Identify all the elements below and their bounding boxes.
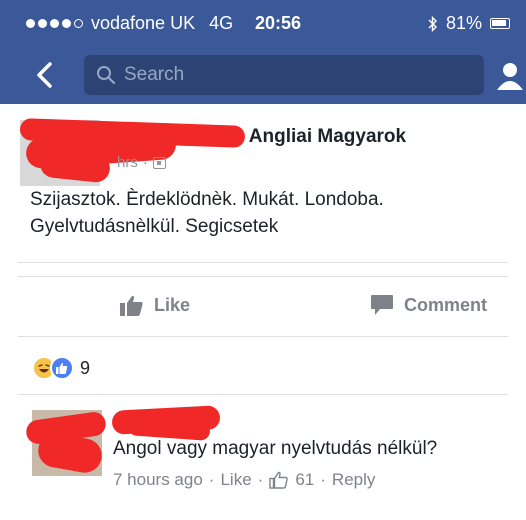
carrier-name: vodafone UK — [91, 13, 196, 33]
divider — [18, 262, 508, 263]
signal-strength-icon — [26, 19, 83, 28]
status-right: 81% — [428, 13, 510, 34]
friends-icon[interactable] — [494, 60, 526, 92]
search-icon — [97, 66, 116, 85]
group-name[interactable]: Angliai Magyarok — [249, 126, 406, 147]
like-label: Like — [154, 294, 191, 315]
comment-meta: 7 hours ago · Like · 61 · Reply — [113, 470, 376, 490]
post-text: Szijasztok. Èrdeklödnèk. Mukát. Londoba.… — [30, 189, 384, 237]
divider — [18, 394, 508, 395]
post-header: ▶Angliai Magyarok — [232, 126, 406, 148]
post-meta: hrs · — [117, 154, 166, 171]
divider — [18, 336, 508, 337]
like-reaction-icon — [50, 356, 74, 380]
status-bar: vodafone UK 4G 20:56 81% — [0, 0, 526, 44]
back-chevron-icon[interactable] — [30, 60, 60, 90]
battery-icon — [490, 18, 510, 29]
comment-label: Comment — [404, 294, 488, 315]
audience-icon — [152, 156, 166, 169]
like-button[interactable]: Like — [120, 294, 190, 316]
comment-like-link[interactable]: Like — [220, 470, 251, 490]
reply-link[interactable]: Reply — [332, 470, 375, 490]
divider — [18, 276, 508, 277]
comment-like-count: 61 — [295, 470, 315, 489]
comment-time[interactable]: 7 hours ago — [113, 470, 203, 490]
comment-button[interactable]: Comment — [370, 294, 487, 316]
comment-bubble-icon — [371, 295, 393, 315]
clock: 20:56 — [255, 13, 302, 33]
status-left: vodafone UK 4G — [26, 13, 233, 34]
comment-text: Angol vagy magyar nyelvtudás nélkül? — [113, 438, 438, 459]
app-header — [0, 44, 526, 104]
search-input[interactable] — [124, 64, 444, 86]
network-type: 4G — [209, 13, 234, 33]
thumbs-up-outline-icon — [269, 471, 289, 489]
search-box[interactable] — [84, 55, 484, 95]
reaction-count: 9 — [80, 357, 91, 378]
reaction-summary[interactable]: 9 — [32, 356, 90, 380]
thumbs-up-icon — [120, 295, 143, 316]
bluetooth-icon — [428, 15, 437, 32]
post-time[interactable]: hrs — [117, 154, 138, 171]
battery-percent: 81% — [445, 13, 482, 33]
